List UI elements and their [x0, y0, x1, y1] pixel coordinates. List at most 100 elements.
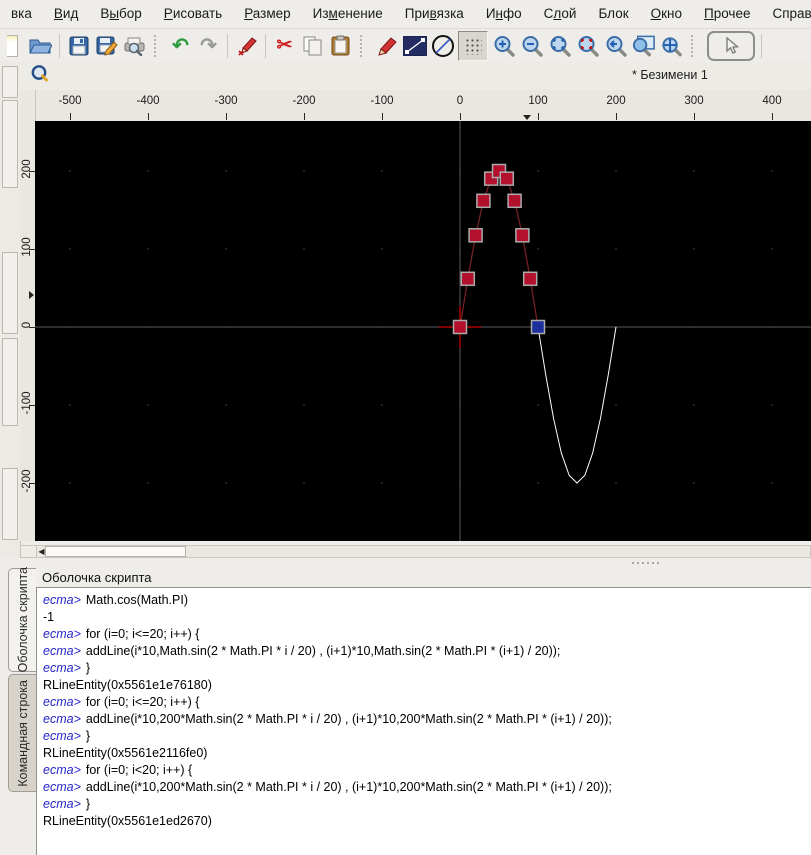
h-ruler-tick [694, 113, 695, 120]
console-text: } [85, 661, 91, 675]
sine-curve-selected [459, 170, 539, 328]
panel-splitter[interactable] [0, 558, 811, 568]
sine-curve-unselected [537, 326, 617, 484]
undo-button[interactable]: ↶ [168, 33, 193, 59]
zoom-pan-icon [662, 36, 682, 56]
v-ruler-tick-label: 0 [21, 321, 33, 329]
horizontal-scrollbar[interactable]: ◀ [20, 545, 811, 558]
v-ruler-tick-label: -100 [21, 391, 33, 415]
selection-handle-red[interactable] [452, 319, 468, 335]
console-line: ecma> for (i=0; i<=20; i++) { [37, 626, 811, 643]
draw-pencil-button[interactable] [374, 33, 399, 59]
menu-item[interactable]: Изменение [302, 0, 394, 28]
grid-dot [693, 170, 695, 172]
new-file-button[interactable] [0, 33, 25, 59]
zoom-previous-button[interactable] [603, 33, 628, 59]
dock-handle[interactable] [2, 252, 18, 334]
selection-handle-red[interactable] [460, 271, 476, 287]
console-text: -1 [43, 610, 55, 624]
selection-handle-blue[interactable] [530, 319, 546, 335]
grid-dot [225, 482, 227, 484]
menu-item[interactable]: Окно [640, 0, 693, 28]
cut-button[interactable]: ✂ [272, 33, 297, 59]
selection-handle-red[interactable] [507, 193, 522, 209]
selection-handle-red[interactable] [499, 171, 515, 186]
menu-item[interactable]: Слой [533, 0, 588, 28]
console-text: } [85, 729, 91, 743]
menu-item[interactable]: Инфо [475, 0, 533, 28]
console-prompt: ecma> [43, 797, 81, 811]
menu-item[interactable]: Блок [587, 0, 639, 28]
dock-handle[interactable] [2, 100, 18, 188]
selection-handle-red[interactable] [476, 193, 491, 209]
grid-icon [464, 36, 482, 55]
zoom-auto-button[interactable] [547, 33, 572, 59]
menu-item[interactable]: Выбор [89, 0, 152, 28]
grid-toggle-button[interactable] [458, 30, 488, 61]
dock-handle[interactable] [2, 66, 18, 98]
console-text: Math.cos(Math.PI) [85, 593, 188, 607]
tab-command-line[interactable]: Командная строка [8, 674, 36, 792]
h-ruler-tick-label: 200 [606, 95, 626, 107]
menu-item[interactable]: Прочее [693, 0, 761, 28]
grid-dot [303, 404, 305, 406]
copy-button[interactable] [300, 33, 325, 59]
script-console[interactable]: ecma> Math.cos(Math.PI) -1 ecma> for (i=0;… [36, 587, 811, 855]
menu-item[interactable]: Рисовать [153, 0, 233, 28]
grid-dot [225, 404, 227, 406]
zoom-pan-button[interactable] [659, 33, 684, 59]
grid-dot [147, 404, 149, 406]
console-text: for (i=0; i<20; i++) { [85, 763, 193, 777]
v-ruler-tick-label: 100 [21, 237, 33, 257]
grid-dot [381, 404, 383, 406]
menu-item[interactable]: Справка [761, 0, 811, 28]
h-ruler-tick [460, 113, 461, 120]
selection-handle-red[interactable] [468, 228, 483, 243]
grid-dot [771, 248, 773, 250]
horizontal-ruler: -500 -400 -300 -200 -100 0 100 200 300 400 [35, 90, 811, 121]
tab-script-shell[interactable]: Оболочка скрипта [8, 567, 36, 673]
redo-button[interactable]: ↷ [196, 33, 221, 59]
zoom-selection-button[interactable] [575, 33, 600, 59]
pointer-arrow-icon [726, 36, 739, 54]
console-text: addLine(i*10,Math.sin(2 * Math.PI * i / … [85, 644, 561, 658]
zoom-in-icon [494, 35, 515, 57]
scrollbar-thumb[interactable] [45, 546, 186, 557]
grid-dot [615, 404, 617, 406]
selection-handle-red[interactable] [522, 271, 538, 287]
draw-line-button[interactable] [402, 33, 427, 59]
console-prompt: ecma> [43, 644, 81, 658]
selection-handle-red[interactable] [515, 228, 530, 243]
save-as-button[interactable] [94, 33, 119, 59]
menu-bar: вка Вид Выбор Рисовать Размер Изменение … [0, 0, 811, 29]
script-shell-panel: Оболочка скрипта ecma> Math.cos(Math.PI) … [36, 568, 811, 855]
v-ruler-tick-label: -200 [21, 469, 33, 493]
drawing-canvas[interactable] [35, 121, 811, 541]
toolbar-separator [265, 33, 266, 58]
save-icon [69, 36, 88, 55]
paste-button[interactable] [328, 33, 353, 59]
h-ruler-tick-label: 0 [456, 95, 464, 107]
menu-item[interactable]: вка [0, 0, 43, 28]
open-file-button[interactable] [28, 33, 53, 59]
zoom-in-button[interactable] [491, 33, 516, 59]
dock-handle[interactable] [2, 338, 18, 426]
zoom-out-button[interactable] [519, 33, 544, 59]
select-pointer-button[interactable] [707, 30, 755, 61]
menu-item[interactable]: Привязка [394, 0, 475, 28]
grid-dot [771, 482, 773, 484]
grid-dot [537, 482, 539, 484]
delete-entity-button[interactable] [234, 33, 259, 59]
v-ruler-cursor-marker [29, 291, 34, 299]
zoom-window-button[interactable] [631, 33, 656, 59]
print-preview-button[interactable] [122, 33, 147, 59]
save-button[interactable] [66, 33, 91, 59]
dock-handle[interactable] [2, 468, 18, 540]
console-text: RLineEntity(0x5561e2116fe0) [43, 746, 208, 760]
grid-dot [381, 248, 383, 250]
console-prompt: ecma> [43, 627, 81, 641]
draw-circle-button[interactable] [430, 33, 455, 59]
h-ruler-tick [226, 113, 227, 120]
menu-item[interactable]: Вид [43, 0, 89, 28]
menu-item[interactable]: Размер [233, 0, 301, 28]
